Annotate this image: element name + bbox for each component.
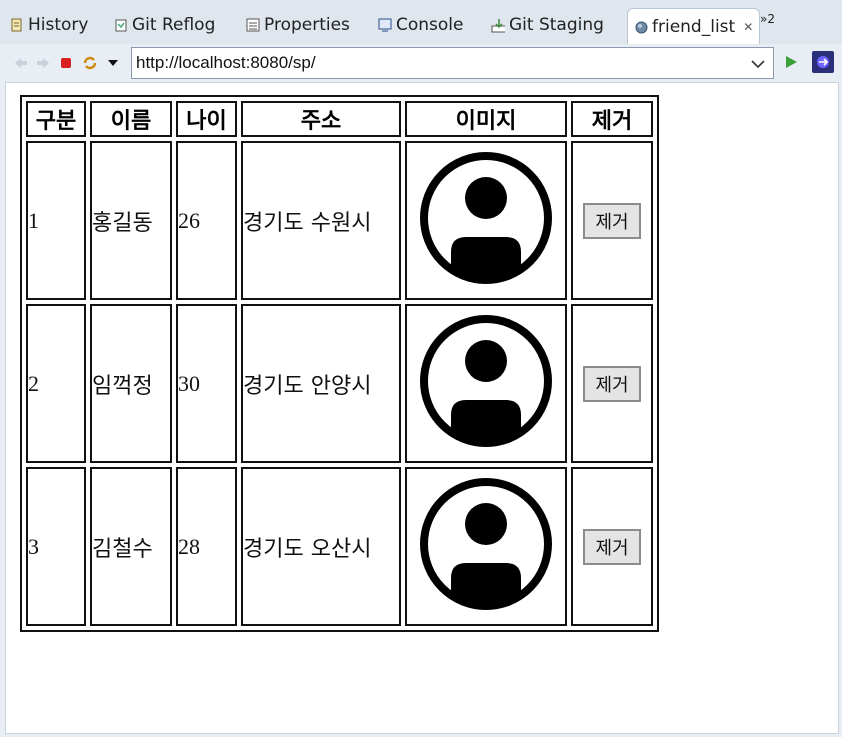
header-address: 주소	[241, 101, 401, 137]
remove-button[interactable]: 제거	[583, 365, 641, 402]
cell-image	[405, 467, 567, 626]
cell-age: 30	[176, 304, 237, 463]
header-name: 이름	[90, 101, 172, 137]
table-row: 3 김철수 28 경기도 오산시 제거	[26, 467, 653, 626]
user-avatar-icon	[420, 314, 552, 447]
tab-git-reflog[interactable]: Git Reflog	[114, 8, 215, 42]
browser-toolbar	[0, 44, 842, 82]
cell-age: 26	[176, 141, 237, 300]
header-no: 구분	[26, 101, 86, 137]
close-icon[interactable]: ✕	[743, 20, 753, 34]
cell-name: 김철수	[90, 467, 172, 626]
url-input[interactable]	[132, 52, 748, 74]
cell-name: 홍길동	[90, 141, 172, 300]
table-row: 1 홍길동 26 경기도 수원시 제거	[26, 141, 653, 300]
tab-label: friend_list	[652, 17, 736, 37]
external-browser-icon[interactable]	[812, 51, 834, 73]
cell-address: 경기도 안양시	[241, 304, 401, 463]
git-reflog-icon	[114, 17, 128, 33]
cell-address: 경기도 수원시	[241, 141, 401, 300]
refresh-icon[interactable]	[81, 54, 99, 72]
friend-table: 구분 이름 나이 주소 이미지 제거 1 홍길동 26 경기도 수원시 제거 2…	[20, 95, 659, 632]
tab-friend-list[interactable]: friend_list ✕	[627, 8, 761, 45]
tab-console[interactable]: Console	[378, 8, 464, 42]
tab-label: History	[28, 15, 89, 35]
header-age: 나이	[176, 101, 237, 137]
header-remove: 제거	[571, 101, 653, 137]
stop-icon[interactable]	[57, 54, 75, 72]
tab-history[interactable]: History	[10, 8, 88, 42]
view-tab-bar: History Git Reflog Properties Console Gi…	[0, 0, 842, 45]
url-bar[interactable]	[131, 47, 774, 79]
properties-icon	[246, 17, 260, 33]
forward-icon[interactable]	[34, 54, 52, 72]
cell-remove: 제거	[571, 304, 653, 463]
back-icon[interactable]	[12, 54, 30, 72]
history-icon	[10, 17, 24, 33]
cell-no: 3	[26, 467, 86, 626]
go-icon[interactable]	[784, 54, 798, 74]
table-header-row: 구분 이름 나이 주소 이미지 제거	[26, 101, 653, 137]
remove-button[interactable]: 제거	[583, 528, 641, 565]
chevron-down-icon[interactable]	[751, 54, 765, 73]
tab-properties[interactable]: Properties	[246, 8, 350, 42]
browser-globe-icon	[634, 19, 648, 35]
tab-label: Git Staging	[509, 15, 604, 35]
cell-address: 경기도 오산시	[241, 467, 401, 626]
cell-image	[405, 304, 567, 463]
tab-git-staging[interactable]: Git Staging	[491, 8, 604, 42]
console-icon	[378, 17, 392, 33]
tab-overflow-button[interactable]: »2	[760, 12, 775, 26]
user-avatar-icon	[420, 151, 552, 284]
tab-label: Git Reflog	[132, 15, 216, 35]
cell-name: 임꺽정	[90, 304, 172, 463]
table-row: 2 임꺽정 30 경기도 안양시 제거	[26, 304, 653, 463]
cell-remove: 제거	[571, 467, 653, 626]
cell-remove: 제거	[571, 141, 653, 300]
cell-no: 1	[26, 141, 86, 300]
tab-label: Console	[396, 15, 464, 35]
remove-button[interactable]: 제거	[583, 202, 641, 239]
git-staging-icon	[491, 17, 505, 33]
user-avatar-icon	[420, 477, 552, 610]
header-image: 이미지	[405, 101, 567, 137]
cell-image	[405, 141, 567, 300]
browser-content: 구분 이름 나이 주소 이미지 제거 1 홍길동 26 경기도 수원시 제거 2…	[5, 82, 839, 734]
cell-age: 28	[176, 467, 237, 626]
cell-no: 2	[26, 304, 86, 463]
chevron-down-icon[interactable]	[104, 54, 122, 72]
tab-label: Properties	[264, 15, 350, 35]
